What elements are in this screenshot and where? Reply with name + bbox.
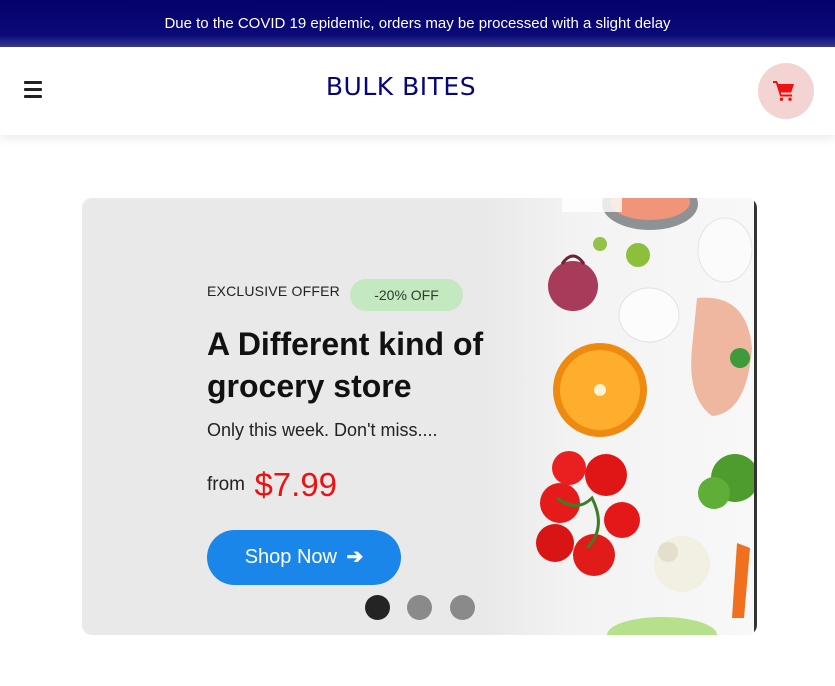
price-prefix: from [207,474,245,495]
exclusive-offer-label: EXCLUSIVE OFFER [207,283,340,299]
arrow-right-icon: ➔ [346,546,364,568]
price-value: $7.99 [254,466,338,503]
announcement-bar: Due to the COVID 19 epidemic, orders may… [0,0,835,47]
headline-line-2: grocery store [207,368,412,404]
hero-banner: EXCLUSIVE OFFER -20% OFF A Different kin… [82,198,757,635]
carousel-dot-1[interactable] [365,595,390,620]
shop-now-button[interactable]: Shop Now ➔ [207,530,401,585]
site-logo[interactable]: BULK BITES [0,72,835,101]
cart-button[interactable] [758,63,814,119]
shop-now-label: Shop Now [244,546,337,568]
price-row: from $7.99 [207,466,337,504]
groceries-image [482,198,757,635]
announcement-text: Due to the COVID 19 epidemic, orders may… [164,15,671,32]
hero-subtitle: Only this week. Don't miss.... [207,420,438,440]
shopping-cart-icon [773,81,794,101]
carousel-dot-3[interactable] [450,595,475,620]
carousel-dot-2[interactable] [407,595,432,620]
discount-badge: -20% OFF [350,279,463,311]
hero-headline: A Different kind of grocery store [207,323,537,407]
site-header: BULK BITES [0,47,835,135]
headline-line-1: A Different kind of [207,326,484,362]
